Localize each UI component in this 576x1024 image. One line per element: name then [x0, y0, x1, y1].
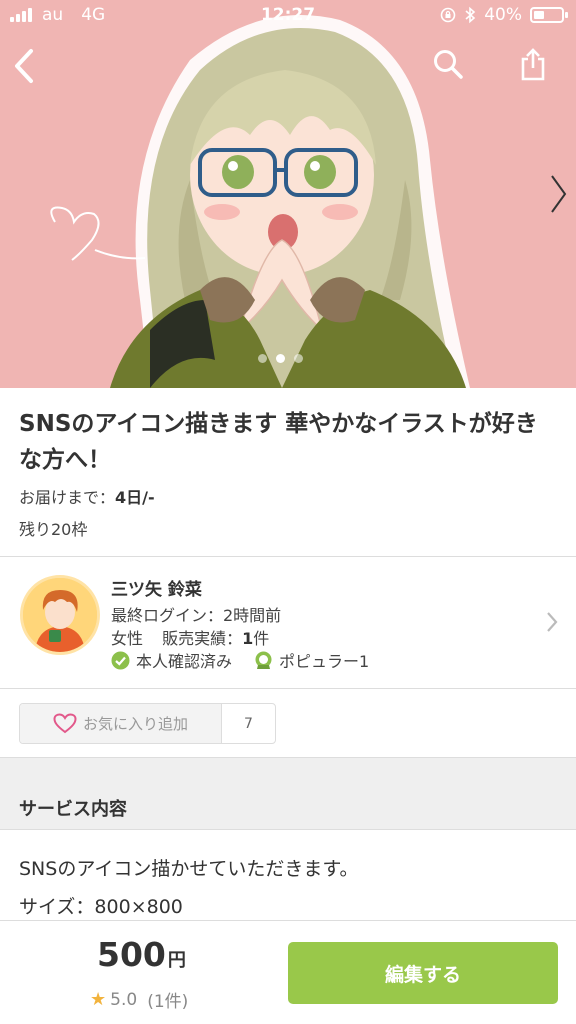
star-icon: ★ — [90, 989, 107, 1010]
carousel-indicator — [258, 354, 303, 363]
search-icon — [434, 50, 463, 79]
add-favorite-button[interactable]: お気に入り追加 — [20, 704, 222, 743]
sales-unit: 件 — [253, 629, 270, 648]
rating: ★ 5.0 (1件) — [90, 987, 188, 1012]
status-bar: au 4G 12:27 40% — [0, 0, 576, 32]
favorite-widget: お気に入り追加 7 — [19, 703, 276, 744]
chevron-left-icon — [15, 49, 33, 83]
avatar-illustration — [23, 578, 97, 652]
rating-value: 5.0 — [110, 989, 138, 1010]
bluetooth-icon — [465, 6, 476, 24]
popular-badge: ポピュラー1 — [254, 648, 369, 672]
carousel-dot[interactable] — [276, 354, 285, 363]
check-circle-icon — [111, 651, 130, 669]
battery-icon — [530, 7, 568, 23]
share-icon — [521, 48, 545, 81]
share-button[interactable] — [511, 42, 555, 86]
seller-gender: 女性 — [111, 629, 144, 648]
divider — [0, 688, 576, 689]
sales-value: 1 — [242, 629, 254, 648]
verified-label: 本人確認済み — [136, 652, 233, 671]
seller-avatar — [20, 575, 100, 655]
hero-image-carousel[interactable]: au 4G 12:27 40% — [0, 0, 576, 388]
verified-badge: 本人確認済み — [111, 648, 232, 672]
medal-icon — [255, 651, 272, 669]
rotation-lock-icon — [440, 7, 456, 23]
next-image-button[interactable] — [536, 172, 576, 216]
seller-badges: 本人確認済み ポピュラー1 — [111, 648, 391, 672]
remaining-slots: 残り20枠 — [19, 520, 88, 539]
popular-label: ポピュラー1 — [279, 652, 370, 671]
seller-name: 三ツ矢 鈴菜 — [111, 580, 202, 600]
section-title: サービス内容 — [19, 799, 127, 820]
seller-stats: 女性 販売実績：1件 — [111, 625, 269, 649]
favorite-label: お気に入り追加 — [82, 715, 188, 733]
delivery-value: 4日/- — [115, 488, 155, 507]
service-description: SNSのアイコン描かせていただきます。 サイズ：800×800 — [19, 850, 359, 926]
description-line: SNSのアイコン描かせていただきます。 — [19, 858, 359, 880]
purchase-bar: 500 円 ★ 5.0 (1件) 編集する — [0, 920, 576, 1024]
status-right: 40% — [440, 5, 568, 25]
price-value: 500 — [97, 935, 166, 974]
illustration-image — [0, 0, 576, 388]
search-button[interactable] — [426, 42, 470, 86]
carousel-dot[interactable] — [294, 354, 303, 363]
section-header: サービス内容 — [0, 757, 576, 830]
delivery-label: お届けまで： — [19, 488, 116, 507]
back-button[interactable] — [2, 44, 46, 88]
sales-label: 販売実績： — [162, 629, 243, 648]
price-unit: 円 — [167, 950, 186, 971]
favorite-count: 7 — [244, 715, 253, 732]
battery-percent: 40% — [484, 5, 522, 25]
last-login: 最終ログイン：2時間前 — [111, 606, 282, 625]
chevron-right-icon — [551, 175, 567, 213]
edit-button[interactable]: 編集する — [288, 942, 558, 1004]
carousel-dot[interactable] — [258, 354, 267, 363]
heart-icon — [53, 713, 77, 734]
delivery-time: お届けまで：4日/- — [19, 484, 155, 508]
service-title: SNSのアイコン描きます 華やかなイラストが好きな方へ！ — [19, 411, 538, 473]
chevron-right-icon — [547, 612, 558, 632]
price: 500 円 — [97, 935, 186, 974]
seller-profile-row[interactable]: 三ツ矢 鈴菜 最終ログイン：2時間前 女性 販売実績：1件 本人確認済み ポピュ… — [0, 557, 576, 689]
battery-fill — [534, 11, 544, 19]
rating-count: (1件) — [147, 992, 189, 1012]
